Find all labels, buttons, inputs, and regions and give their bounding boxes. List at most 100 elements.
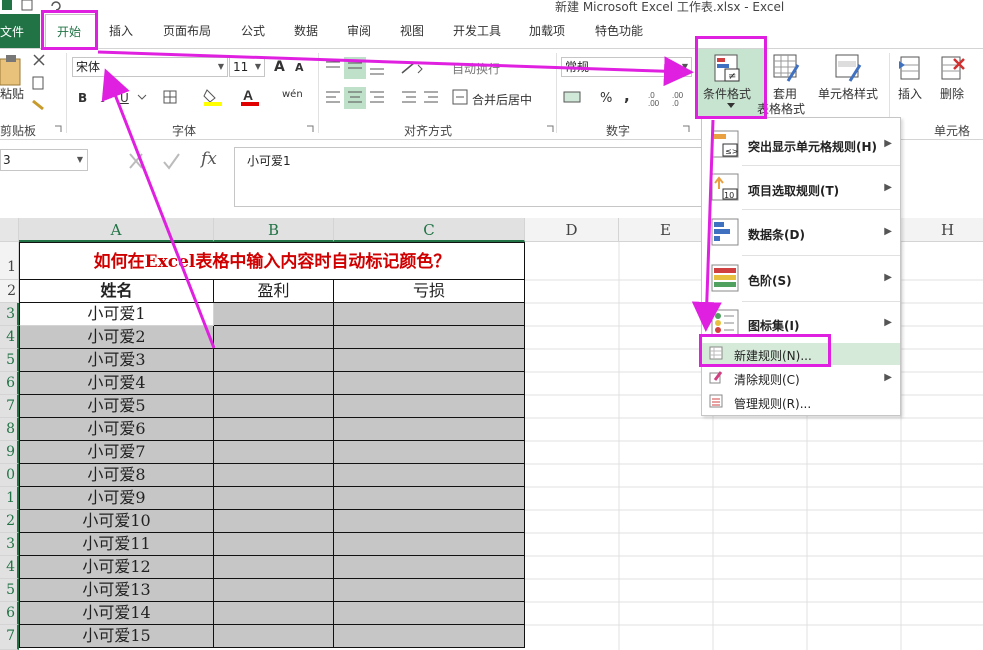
- column-header-a[interactable]: A: [19, 218, 214, 242]
- tab-view[interactable]: 视图: [400, 22, 424, 39]
- tab-developer[interactable]: 开发工具: [453, 22, 501, 39]
- indent-icons[interactable]: [398, 87, 444, 109]
- profit-cell[interactable]: [214, 418, 334, 441]
- profit-cell[interactable]: [214, 487, 334, 510]
- loss-cell[interactable]: [334, 625, 525, 648]
- profit-cell[interactable]: [214, 303, 334, 326]
- tab-insert[interactable]: 插入: [109, 22, 133, 39]
- name-cell[interactable]: 小可爱13: [19, 579, 214, 602]
- loss-cell[interactable]: [334, 372, 525, 395]
- loss-cell[interactable]: [334, 556, 525, 579]
- row-header[interactable]: 3: [0, 533, 19, 556]
- tab-addins[interactable]: 加载项: [529, 22, 565, 39]
- name-cell[interactable]: 小可爱3: [19, 349, 214, 372]
- row-header[interactable]: 1: [0, 242, 19, 280]
- italic-button[interactable]: I: [101, 91, 106, 105]
- profit-cell[interactable]: [214, 556, 334, 579]
- paste-button[interactable]: 粘贴: [0, 85, 24, 102]
- row-header[interactable]: 3: [0, 303, 19, 326]
- tab-review[interactable]: 审阅: [347, 22, 371, 39]
- vertical-align-icons[interactable]: [322, 57, 392, 79]
- name-cell[interactable]: 小可爱4: [19, 372, 214, 395]
- row-header[interactable]: 6: [0, 602, 19, 625]
- merge-center-button[interactable]: 合并后居中: [472, 91, 532, 108]
- name-box[interactable]: 3 ▼: [0, 149, 88, 171]
- loss-cell[interactable]: [334, 487, 525, 510]
- name-cell[interactable]: 小可爱9: [19, 487, 214, 510]
- tab-page-layout[interactable]: 页面布局: [163, 22, 211, 39]
- tab-special[interactable]: 特色功能: [595, 22, 643, 39]
- name-cell[interactable]: 小可爱12: [19, 556, 214, 579]
- menu-item-top-bottom[interactable]: 10 项目选取规则(T) ▶: [702, 167, 900, 209]
- header-name[interactable]: 姓名: [19, 280, 214, 303]
- underline-dropdown-icon[interactable]: [136, 91, 148, 103]
- header-loss[interactable]: 亏损: [334, 280, 525, 303]
- format-as-table-icon[interactable]: [772, 53, 802, 83]
- menu-item-data-bars[interactable]: 数据条(D) ▶: [702, 211, 900, 255]
- profit-cell[interactable]: [214, 510, 334, 533]
- loss-cell[interactable]: [334, 510, 525, 533]
- name-cell[interactable]: 小可爱1: [19, 303, 214, 326]
- row-header[interactable]: 2: [0, 280, 19, 303]
- row-header[interactable]: 1: [0, 487, 19, 510]
- tab-data[interactable]: 数据: [294, 22, 318, 39]
- insert-cells-button[interactable]: 插入: [898, 85, 922, 102]
- loss-cell[interactable]: [334, 349, 525, 372]
- loss-cell[interactable]: [334, 464, 525, 487]
- menu-item-highlight-rules[interactable]: ≤> 突出显示单元格规则(H) ▶: [702, 124, 900, 164]
- grow-font-button[interactable]: A: [274, 59, 285, 75]
- row-header[interactable]: 0: [0, 464, 19, 487]
- sheet-title[interactable]: 如何在Excel表格中输入内容时自动标记颜色？: [19, 242, 525, 280]
- clipboard-small-icons[interactable]: [30, 53, 50, 117]
- alignment-launcher-icon[interactable]: [546, 125, 554, 133]
- row-header[interactable]: 6: [0, 372, 19, 395]
- profit-cell[interactable]: [214, 441, 334, 464]
- profit-cell[interactable]: [214, 326, 334, 349]
- column-header-c[interactable]: C: [334, 218, 525, 242]
- font-launcher-icon[interactable]: [306, 125, 314, 133]
- phonetic-button[interactable]: wén: [282, 89, 303, 100]
- cell-styles-button[interactable]: 单元格样式: [818, 85, 878, 102]
- row-header[interactable]: 9: [0, 441, 19, 464]
- loss-cell[interactable]: [334, 441, 525, 464]
- row-header[interactable]: 5: [0, 579, 19, 602]
- shrink-font-button[interactable]: A: [295, 61, 304, 74]
- column-header-h[interactable]: H: [901, 218, 983, 242]
- profit-cell[interactable]: [214, 464, 334, 487]
- clipboard-launcher-icon[interactable]: [54, 125, 62, 133]
- column-header-b[interactable]: B: [214, 218, 334, 242]
- row-header[interactable]: 7: [0, 625, 19, 650]
- row-header[interactable]: 4: [0, 556, 19, 579]
- menu-item-color-scales[interactable]: 色阶(S) ▶: [702, 257, 900, 301]
- borders-icon[interactable]: [162, 89, 180, 105]
- orientation-icon[interactable]: [398, 57, 428, 79]
- profit-cell[interactable]: [214, 625, 334, 648]
- row-header[interactable]: 4: [0, 326, 19, 349]
- number-format-combo[interactable]: 常规 ▼: [561, 57, 692, 77]
- formula-input[interactable]: 小可爱1: [234, 147, 704, 207]
- profit-cell[interactable]: [214, 579, 334, 602]
- loss-cell[interactable]: [334, 418, 525, 441]
- cell-styles-icon[interactable]: [834, 53, 864, 83]
- row-header[interactable]: 7: [0, 395, 19, 418]
- select-all-corner[interactable]: [0, 218, 19, 242]
- horizontal-align-icons[interactable]: [322, 87, 392, 109]
- percent-button[interactable]: %: [600, 91, 612, 106]
- underline-button[interactable]: U: [120, 91, 129, 105]
- menu-item-manage-rules[interactable]: 管理规则(R)...: [702, 391, 900, 413]
- font-size-combo[interactable]: 11 ▼: [229, 57, 265, 77]
- loss-cell[interactable]: [334, 395, 525, 418]
- name-cell[interactable]: 小可爱5: [19, 395, 214, 418]
- row-header[interactable]: 5: [0, 349, 19, 372]
- insert-function-button[interactable]: fx: [201, 149, 217, 169]
- wrap-text-button[interactable]: 自动换行: [452, 60, 500, 77]
- loss-cell[interactable]: [334, 602, 525, 625]
- profit-cell[interactable]: [214, 372, 334, 395]
- loss-cell[interactable]: [334, 303, 525, 326]
- insert-cells-icon[interactable]: [897, 53, 925, 83]
- font-name-combo[interactable]: 宋体 ▼: [72, 57, 228, 77]
- row-header[interactable]: 8: [0, 418, 19, 441]
- name-cell[interactable]: 小可爱7: [19, 441, 214, 464]
- name-cell[interactable]: 小可爱2: [19, 326, 214, 349]
- decimal-icons[interactable]: .0 .00 .00 .0: [648, 89, 692, 107]
